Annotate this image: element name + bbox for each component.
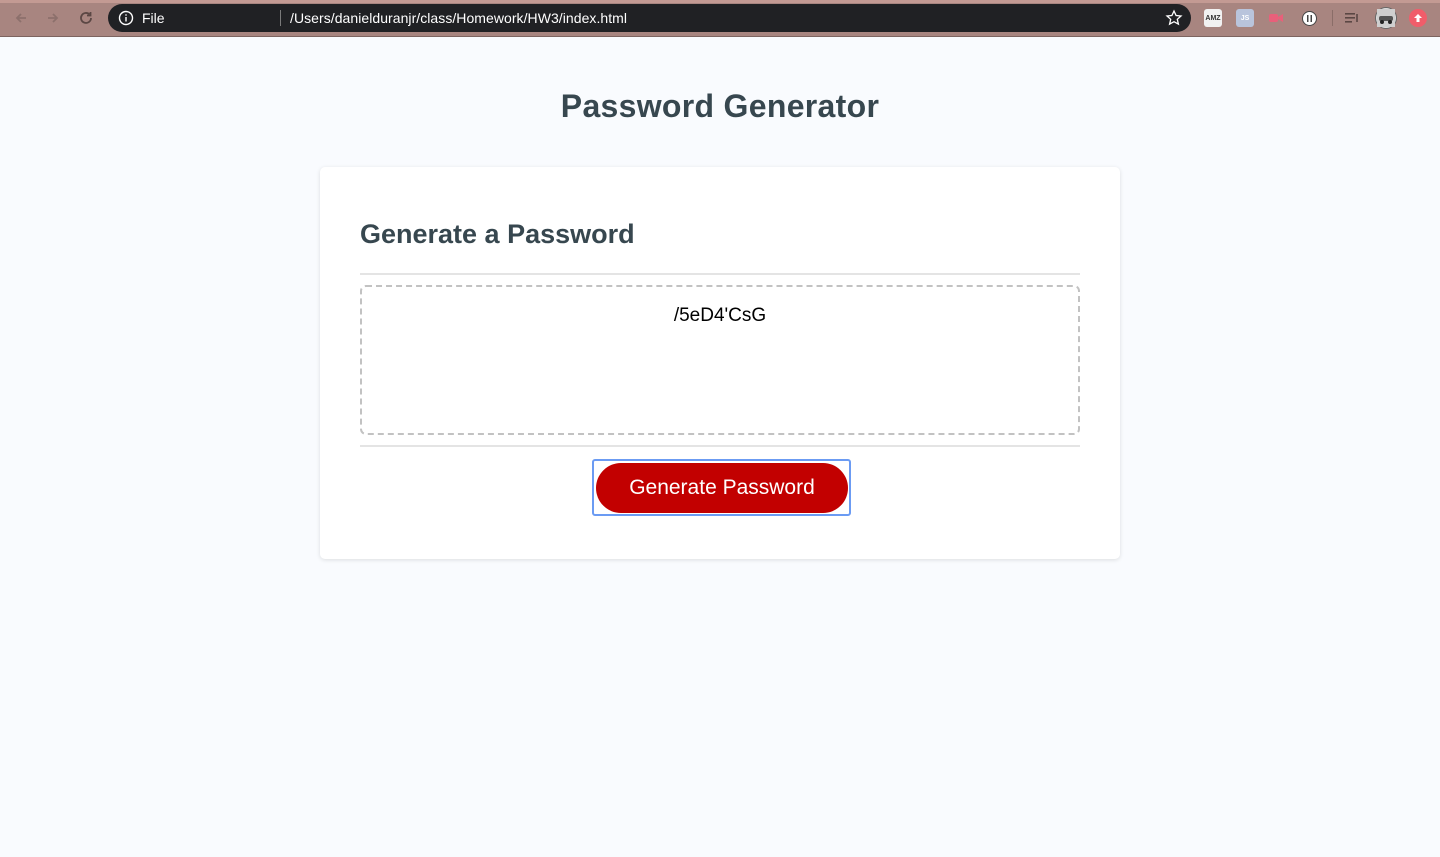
js-extension-label: JS xyxy=(1240,14,1250,22)
video-camera-icon xyxy=(1269,14,1283,22)
generate-password-button[interactable]: Generate Password xyxy=(596,463,848,513)
page-title: Password Generator xyxy=(560,88,880,124)
amz-extension-icon[interactable]: AMZ xyxy=(1204,9,1222,27)
reload-icon xyxy=(80,12,92,24)
address-separator xyxy=(280,10,281,26)
toolbar-divider xyxy=(1332,10,1333,26)
update-menu-icon[interactable] xyxy=(1409,9,1427,27)
back-button[interactable] xyxy=(10,7,32,29)
window-frame xyxy=(0,0,1440,3)
avatar-image-icon xyxy=(1377,9,1395,27)
card-footer-divider xyxy=(360,445,1080,447)
circle-pause-icon xyxy=(1301,10,1317,26)
js-extension-icon[interactable]: JS xyxy=(1236,9,1254,27)
password-output[interactable]: /5eD4'CsG xyxy=(360,285,1080,435)
url-text[interactable]: /Users/danielduranjr/class/Homework/HW3/… xyxy=(290,10,627,26)
card-header-divider xyxy=(360,273,1080,275)
pause-extension-icon[interactable] xyxy=(1300,9,1318,27)
password-card: Generate a Password /5eD4'CsG Generate P… xyxy=(320,167,1120,559)
profile-avatar[interactable] xyxy=(1375,7,1397,29)
browser-toolbar: File /Users/danielduranjr/class/Homework… xyxy=(0,0,1440,37)
file-scheme-label: File xyxy=(142,10,165,26)
screen-recorder-extension-icon[interactable] xyxy=(1267,9,1285,27)
forward-arrow-icon xyxy=(48,13,59,23)
card-title: Generate a Password xyxy=(360,219,635,249)
address-bar[interactable]: File /Users/danielduranjr/class/Homework… xyxy=(108,4,1191,32)
list-icon xyxy=(1345,13,1358,23)
reading-list-icon[interactable] xyxy=(1344,9,1362,27)
bookmark-star-icon[interactable] xyxy=(1165,9,1183,27)
reload-button[interactable] xyxy=(75,7,97,29)
info-icon[interactable] xyxy=(118,10,134,26)
back-arrow-icon xyxy=(15,13,26,23)
forward-button[interactable] xyxy=(42,7,64,29)
amz-extension-label: AMZ xyxy=(1205,14,1221,22)
up-arrow-icon xyxy=(1414,14,1422,22)
